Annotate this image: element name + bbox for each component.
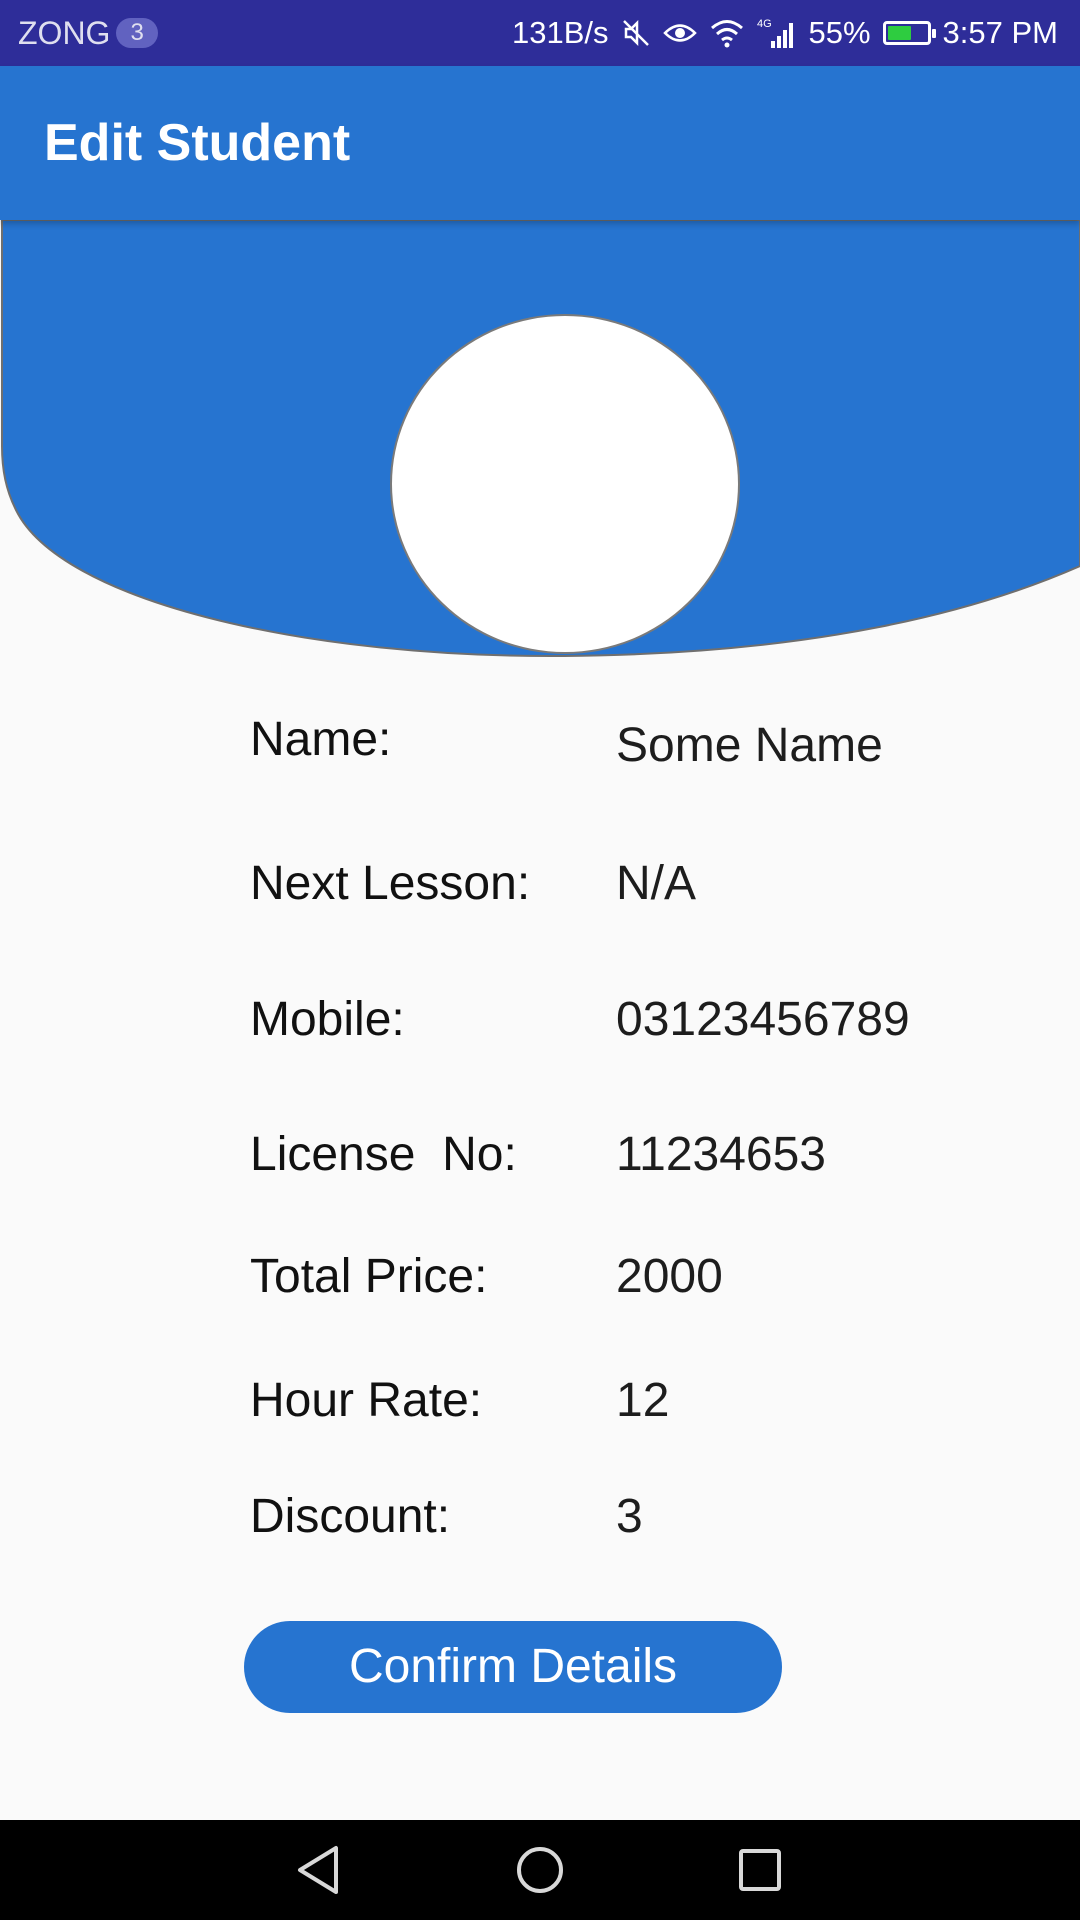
total-price-value: 2000 [616, 1250, 723, 1303]
hour-rate-label: Hour Rate: [250, 1374, 483, 1427]
clock: 3:57 PM [942, 15, 1058, 50]
wifi-icon [709, 18, 745, 48]
mute-icon [621, 18, 651, 48]
name-value: Some Name [616, 719, 883, 772]
eye-icon [662, 18, 697, 48]
confirm-details-button[interactable]: Confirm Details [244, 1621, 782, 1713]
back-icon[interactable] [292, 1842, 348, 1898]
status-bar: ZONG 3 131B/s 4G 55% 3:57 PM [0, 0, 1080, 66]
page-title: Edit Student [44, 114, 351, 172]
carrier-name: ZONG [18, 14, 111, 51]
discount-value: 3 [616, 1490, 643, 1543]
mobile-value: 03123456789 [616, 993, 910, 1046]
network-type-text: 4G [757, 18, 772, 30]
status-indicators: 131B/s 4G 55% 3:57 PM [512, 0, 1058, 66]
carrier-info: ZONG 3 [18, 0, 158, 66]
navigation-bar [0, 1820, 1080, 1920]
hour-rate-value: 12 [616, 1374, 670, 1427]
next-lesson-label: Next Lesson: [250, 857, 531, 910]
total-price-label: Total Price: [250, 1250, 488, 1303]
battery-charging-icon [882, 21, 936, 45]
next-lesson-value: N/A [616, 857, 697, 910]
signal-icon: 4G [757, 17, 797, 49]
license-label: License No: [250, 1128, 517, 1181]
recents-icon[interactable] [732, 1842, 788, 1898]
carrier-badge: 3 [116, 18, 158, 48]
name-label: Name: [250, 713, 392, 766]
home-icon[interactable] [512, 1842, 568, 1898]
discount-label: Discount: [250, 1490, 451, 1543]
network-speed: 131B/s [511, 15, 609, 50]
mobile-label: Mobile: [250, 993, 405, 1046]
student-avatar[interactable] [390, 314, 740, 654]
app-bar: Edit Student [0, 66, 1080, 220]
license-value: 11234653 [616, 1128, 826, 1181]
battery-percent: 55% [808, 15, 871, 50]
